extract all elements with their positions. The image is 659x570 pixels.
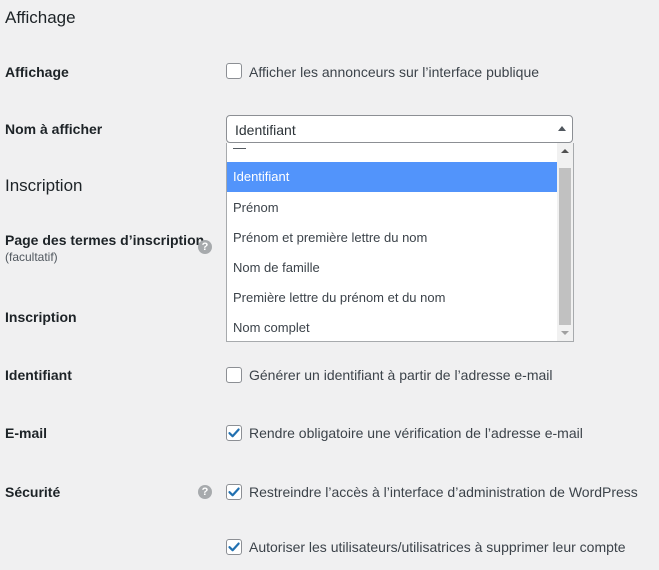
display-section-title: Affichage (5, 8, 76, 27)
dropdown-option[interactable]: Prénom et première lettre du nom (227, 223, 558, 253)
terms-help-icon[interactable]: ? (198, 240, 212, 254)
dropdown-option[interactable]: Première lettre du prénom et du nom (227, 283, 558, 313)
checkmark-icon (228, 428, 240, 438)
terms-page-optional-label: (facultatif) (5, 250, 58, 264)
registration-section-title: Inscription (5, 176, 83, 195)
checkmark-icon (228, 487, 240, 497)
display-name-select-value: Identifiant (235, 122, 296, 138)
email-row-label: E-mail (5, 425, 48, 441)
dropdown-scrollbar[interactable] (557, 143, 573, 341)
require-email-verification-label[interactable]: Rendre obligatoire une vérification de l… (249, 425, 583, 441)
checkmark-icon (228, 542, 240, 552)
display-name-row-label: Nom à afficher (5, 121, 103, 137)
restrict-admin-label[interactable]: Restreindre l’accès à l’interface d’admi… (249, 484, 638, 500)
dropdown-option[interactable]: — (227, 143, 558, 163)
scroll-up-arrow-icon[interactable] (561, 149, 569, 153)
display-name-dropdown-list[interactable]: — Identifiant Prénom Prénom et première … (226, 143, 574, 342)
dropdown-option[interactable]: Nom de famille (227, 253, 558, 283)
show-advertisers-checkbox[interactable] (226, 63, 242, 79)
require-email-verification-checkbox[interactable] (226, 425, 242, 441)
chevron-up-icon (558, 126, 566, 131)
generate-username-label[interactable]: Générer un identifiant à partir de l’adr… (249, 367, 553, 383)
allow-delete-account-checkbox[interactable] (226, 539, 242, 555)
display-name-select[interactable]: Identifiant (226, 115, 573, 143)
dropdown-option-selected[interactable]: Identifiant (227, 162, 558, 192)
dropdown-option[interactable]: Nom complet (227, 313, 558, 341)
scrollbar-thumb[interactable] (559, 168, 571, 325)
username-row-label: Identifiant (5, 367, 72, 383)
settings-page: Affichage Affichage Afficher les annonce… (0, 0, 659, 570)
security-help-icon[interactable]: ? (198, 485, 212, 499)
display-row-label: Affichage (5, 64, 69, 80)
registration-row-label: Inscription (5, 309, 77, 325)
restrict-admin-checkbox[interactable] (226, 484, 242, 500)
dropdown-option[interactable]: Prénom (227, 193, 558, 223)
terms-page-row-label: Page des termes d’inscription (5, 232, 205, 248)
security-row-label: Sécurité (5, 484, 61, 500)
allow-delete-account-label[interactable]: Autoriser les utilisateurs/utilisatrices… (249, 539, 626, 555)
show-advertisers-label[interactable]: Afficher les annonceurs sur l’interface … (249, 64, 539, 80)
scroll-down-arrow-icon[interactable] (561, 331, 569, 335)
generate-username-checkbox[interactable] (226, 367, 242, 383)
